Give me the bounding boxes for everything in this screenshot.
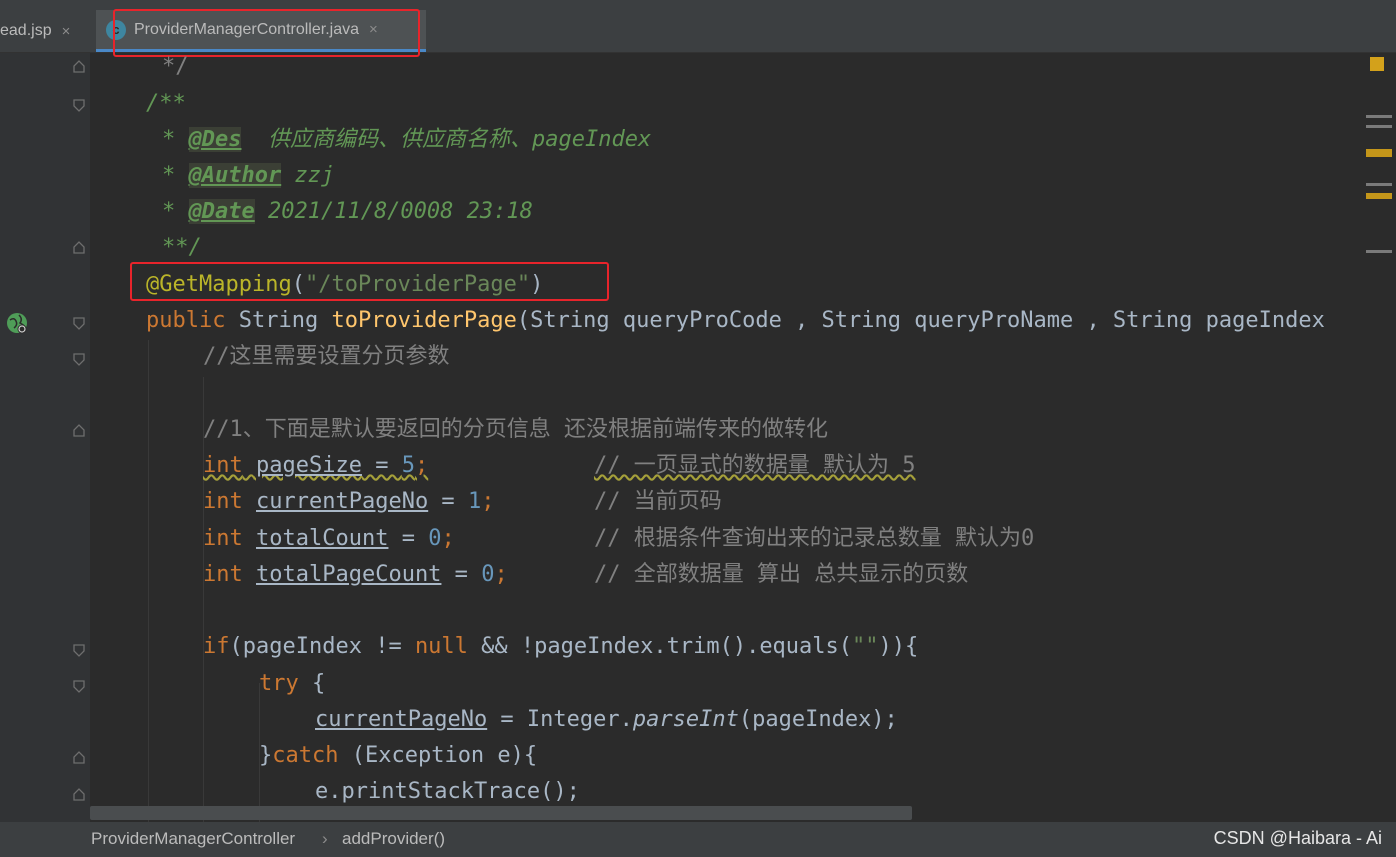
code-line-if: if(pageIndex != null && !pageIndex.trim(… — [203, 634, 919, 659]
doc-comment-close: **/ — [162, 235, 202, 260]
code-line-var-currentpageno: int currentPageNo = 1; — [203, 489, 495, 514]
code-line-3: * @Des 供应商编码、供应商名称、pageIndex — [162, 127, 652, 152]
empty-string: "" — [852, 634, 879, 659]
fold-icon[interactable] — [72, 98, 86, 112]
method-params: (String queryProCode , String queryProNa… — [516, 308, 1325, 333]
doc-text: 供应商编码、供应商名称、pageIndex — [241, 127, 652, 152]
keyword-int: int — [203, 562, 243, 587]
code-line-catch: }catch (Exception e){ — [259, 743, 538, 768]
warning-indicator-icon[interactable] — [1370, 57, 1384, 71]
var-value: 0 — [428, 526, 442, 551]
fold-icon[interactable] — [72, 241, 86, 255]
code-line-assign: currentPageNo = Integer.parseInt(pageInd… — [315, 707, 898, 732]
highlight-box-getmapping — [130, 262, 609, 301]
fold-icon[interactable] — [72, 679, 86, 693]
highlight-box-tab — [113, 9, 420, 57]
stripe-mark[interactable] — [1366, 250, 1392, 253]
code-line-method-signature: public String toProviderPage(String quer… — [146, 303, 1325, 339]
fold-icon[interactable] — [72, 316, 86, 330]
keyword-int: int — [203, 489, 243, 514]
code-line-4: * @Author zzj — [162, 163, 335, 188]
code-line-comment-2: //1、下面是默认要返回的分页信息 还没根据前端传来的做转化 — [203, 412, 828, 448]
fold-icon[interactable] — [72, 643, 86, 657]
stripe-mark[interactable] — [1366, 193, 1392, 199]
stripe-mark[interactable] — [1366, 183, 1392, 186]
code-line-5: * @Date 2021/11/8/0008 23:18 — [162, 199, 533, 224]
doc-comment-end: */ — [162, 54, 189, 79]
doc-tag-des: @Des — [188, 127, 242, 152]
var-name: totalPageCount — [256, 562, 442, 587]
stripe-mark[interactable] — [1366, 115, 1392, 118]
keyword-if: if — [203, 634, 230, 659]
close-icon[interactable]: × — [62, 23, 71, 40]
breadcrumb: ProviderManagerController › addProvider(… — [0, 822, 1396, 857]
fold-icon[interactable] — [72, 424, 86, 438]
code-line-var-totalpagecount-comment: // 全部数据量 算出 总共显示的页数 — [594, 557, 968, 593]
code-editor[interactable]: */ /** * @Des 供应商编码、供应商名称、pageIndex * @A… — [90, 53, 1362, 822]
doc-text: 2021/11/8/0008 23:18 — [254, 199, 533, 224]
keyword-int: int — [203, 526, 243, 551]
doc-comment-start: /** — [146, 91, 186, 116]
code-line-2: /** — [146, 86, 186, 122]
tab-head-jsp[interactable]: ead.jsp × — [0, 10, 80, 52]
code-line-var-totalcount-comment: // 根据条件查询出来的记录总数量 默认为0 — [594, 521, 1034, 557]
code-line-1: */ — [162, 53, 189, 85]
fold-icon[interactable] — [72, 788, 86, 802]
code-line-print: e.printStackTrace(); — [315, 774, 580, 810]
indent-guide — [148, 340, 149, 822]
var-value: 5 — [401, 453, 415, 478]
web-mapping-globe-icon[interactable] — [5, 311, 29, 335]
field-current-page-no: currentPageNo — [315, 707, 488, 732]
var-value: 0 — [481, 562, 495, 587]
watermark: CSDN @Haibara - Ai — [1213, 828, 1382, 848]
code-line-try: try { — [259, 671, 326, 696]
keyword-public: public — [146, 308, 226, 333]
fold-icon[interactable] — [72, 60, 86, 74]
keyword-catch: catch — [272, 743, 339, 768]
keyword-try: try — [259, 671, 299, 696]
line-comment: // 全部数据量 算出 总共显示的页数 — [594, 562, 969, 587]
code-line-var-pagesize-comment: // 一页显式的数据量 默认为 5 — [594, 448, 915, 484]
var-name: totalCount — [256, 526, 389, 551]
code-line-var-totalpagecount: int totalPageCount = 0; — [203, 562, 508, 587]
code-line-comment-1: //这里需要设置分页参数 — [203, 339, 450, 375]
fold-icon[interactable] — [72, 751, 86, 765]
code-line-var-currentpageno-comment: // 当前页码 — [594, 484, 722, 520]
doc-tag-author: @Author — [188, 163, 282, 188]
return-type: String — [238, 308, 319, 333]
line-comment: // 当前页码 — [594, 489, 722, 514]
breadcrumb-class[interactable]: ProviderManagerController — [91, 829, 295, 849]
error-stripe[interactable] — [1362, 53, 1396, 822]
var-value: 1 — [467, 489, 482, 514]
tab-label: ead.jsp — [0, 22, 52, 39]
line-comment: // 根据条件查询出来的记录总数量 默认为0 — [594, 526, 1035, 551]
doc-tag-date: @Date — [188, 199, 255, 224]
var-name: currentPageNo — [256, 489, 429, 514]
doc-text: zzj — [281, 163, 335, 188]
breadcrumb-separator: › — [322, 829, 328, 848]
breadcrumb-method[interactable]: addProvider() — [342, 829, 445, 849]
line-comment: //这里需要设置分页参数 — [203, 344, 450, 369]
code-line-var-totalcount: int totalCount = 0; — [203, 526, 455, 551]
print-stack-trace: e.printStackTrace(); — [315, 779, 580, 804]
code-line-6: **/ — [162, 230, 202, 266]
stripe-mark[interactable] — [1366, 125, 1392, 128]
fold-icon[interactable] — [72, 352, 86, 366]
method-name: toProviderPage — [331, 308, 517, 333]
editor-gutter — [0, 53, 90, 822]
method-parseint: parseInt — [632, 707, 739, 732]
line-comment: // 一页显式的数据量 默认为 5 — [594, 453, 916, 478]
var-name: pageSize — [256, 453, 362, 478]
stripe-mark[interactable] — [1366, 149, 1392, 157]
code-line-var-pagesize: int pageSize = 5; — [203, 453, 429, 478]
keyword-null: null — [414, 634, 468, 659]
line-comment: //1、下面是默认要返回的分页信息 还没根据前端传来的做转化 — [203, 417, 828, 442]
keyword-int: int — [203, 453, 243, 478]
horizontal-scrollbar[interactable] — [90, 806, 912, 820]
